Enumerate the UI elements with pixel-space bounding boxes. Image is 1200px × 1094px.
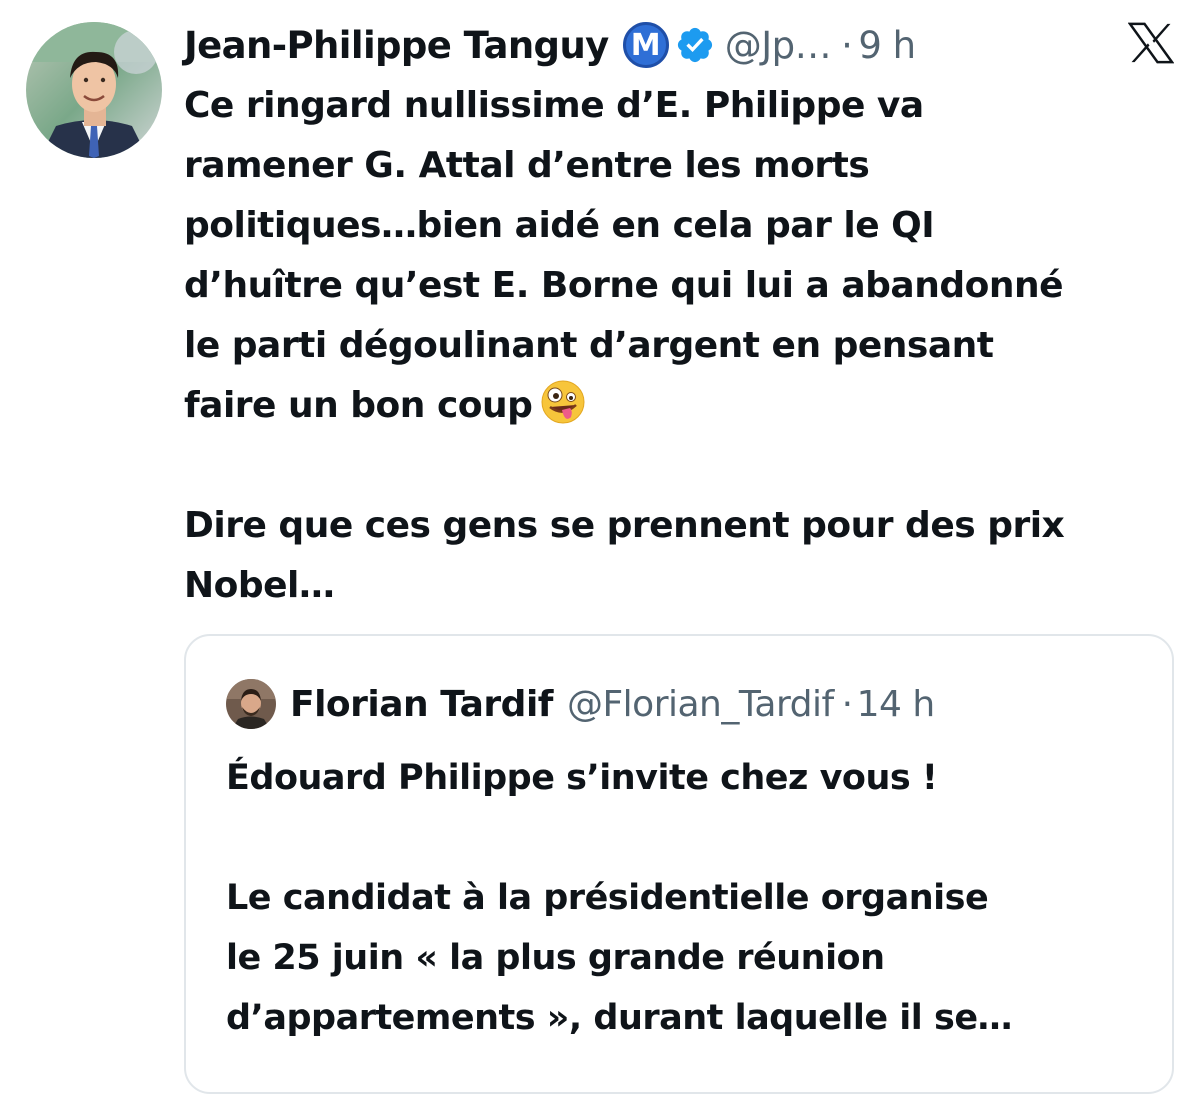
quoted-text-line: Le candidat à la présidentielle organise	[226, 878, 989, 918]
x-logo-icon[interactable]	[1128, 22, 1174, 64]
author-avatar[interactable]	[26, 22, 162, 158]
quoted-tweet-timestamp[interactable]: 14 h	[857, 684, 936, 725]
tweet-text-line: ramener G. Attal d’entre les morts	[184, 145, 870, 186]
quoted-author-avatar[interactable]	[226, 679, 276, 729]
quoted-tweet[interactable]: Florian Tardif @Florian_Tardif · 14 h Éd…	[184, 634, 1174, 1094]
separator-dot: ·	[841, 23, 853, 67]
tweet-text-line: Ce ringard nullissime d’E. Philippe va	[184, 85, 924, 126]
quoted-text-line: d’appartements », durant laquelle il se…	[226, 998, 1013, 1038]
author-handle[interactable]: @Jp…	[725, 24, 832, 67]
verified-badge-icon	[677, 27, 712, 63]
quoted-tweet-text: Édouard Philippe s’invite chez vous ! Le…	[226, 748, 1146, 1048]
tweet-text-line: faire un bon coup	[184, 385, 533, 426]
tweet-text-line: d’huître qu’est E. Borne qui lui a aband…	[184, 265, 1064, 306]
tweet[interactable]: Jean-Philippe Tanguy M @Jp… · 9 h Ce rin…	[0, 0, 1200, 1094]
quoted-author-handle[interactable]: @Florian_Tardif	[567, 684, 834, 725]
quoted-text-line: le 25 juin « la plus grande réunion	[226, 938, 885, 978]
tweet-text-line: Nobel…	[184, 565, 335, 606]
affiliation-badge-icon[interactable]: M	[622, 22, 669, 68]
quoted-text-line: Édouard Philippe s’invite chez vous !	[226, 758, 938, 798]
tweet-text-last-line: faire un bon coup	[184, 376, 1174, 436]
tweet-text-line: politiques…bien aidé en cela par le QI	[184, 205, 935, 246]
tweet-timestamp[interactable]: 9 h	[858, 24, 916, 67]
quoted-tweet-header: Florian Tardif @Florian_Tardif · 14 h	[226, 676, 935, 732]
separator-dot: ·	[841, 683, 853, 725]
tweet-header: Jean-Philippe Tanguy M @Jp… · 9 h	[184, 14, 916, 76]
tweet-text-line: le parti dégoulinant d’argent en pensant	[184, 325, 994, 366]
profile-photo-icon	[226, 679, 276, 729]
tweet-text-line: Dire que ces gens se prennent pour des p…	[184, 505, 1065, 546]
affiliation-badge-letter: M	[630, 27, 661, 63]
author-name[interactable]: Jean-Philippe Tanguy	[184, 24, 609, 67]
quoted-author-name[interactable]: Florian Tardif	[290, 684, 553, 725]
zany-face-emoji-icon	[541, 380, 585, 424]
profile-photo-icon	[26, 22, 162, 158]
tweet-text: Ce ringard nullissime d’E. Philippe va r…	[184, 76, 1174, 616]
